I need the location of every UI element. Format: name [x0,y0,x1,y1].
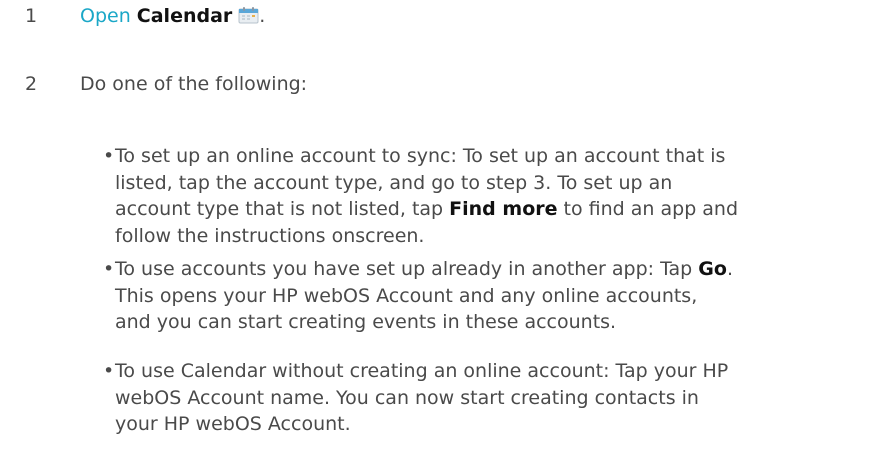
help-page: 1 Open Calendar . 2 Do one of the follow… [0,0,869,467]
step-text: Open Calendar . [80,2,265,30]
bullet-item: • To use Calendar without creating an on… [103,358,855,438]
open-link[interactable]: Open [80,5,131,27]
step-text: Do one of the following: [80,73,308,95]
bullet-line: account type that is not listed, tap Fin… [115,198,739,220]
bullet-line: To use accounts you have set up already … [115,258,733,280]
bullet-line: listed, tap the account type, and go to … [115,171,673,194]
bullet-line: This opens your HP webOS Account and any… [115,284,698,307]
bullet-line: follow the instructions onscreen. [115,224,425,247]
bullet-item: • To set up an online account to sync: T… [103,143,855,249]
step-number: 1 [25,5,38,27]
bullet-item: • To use accounts you have set up alread… [103,256,855,336]
calendar-icon [238,6,259,24]
go-label: Go [698,258,727,280]
bullet-line: your HP webOS Account. [115,413,351,435]
step-number: 2 [25,73,38,95]
bullet-line: webOS Account name. You can now start cr… [115,386,699,409]
find-more-label: Find more [449,198,558,220]
bullet-line: To use Calendar without creating an onli… [115,360,729,382]
app-name: Calendar [136,5,233,27]
bullet-line: and you can start creating events in the… [115,311,617,333]
bullet-line: To set up an online account to sync: To … [115,145,726,167]
step-trailing: . [259,5,266,27]
